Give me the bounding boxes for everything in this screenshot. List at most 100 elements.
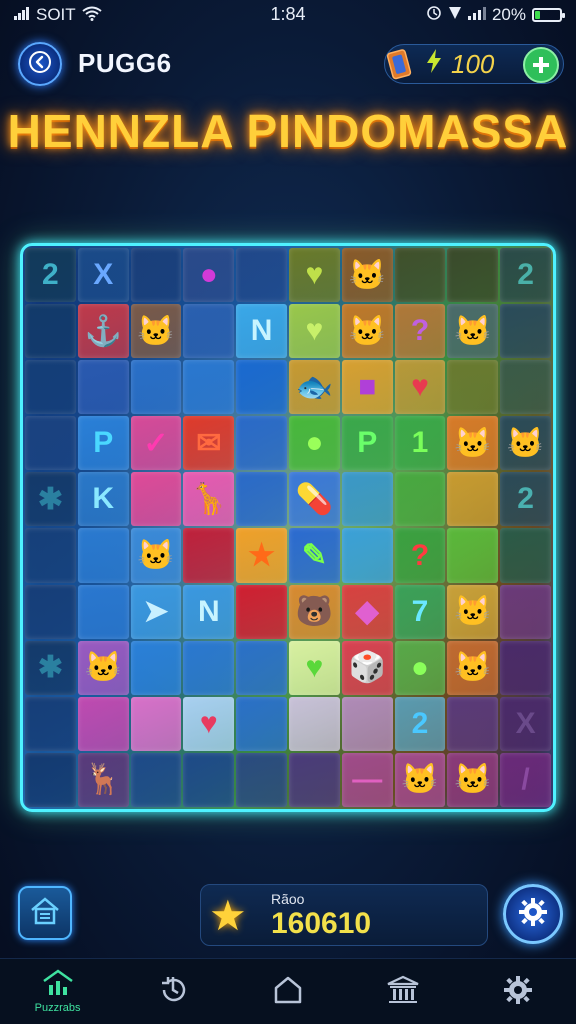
board-tile[interactable] bbox=[236, 360, 287, 415]
board-tile[interactable] bbox=[236, 640, 287, 695]
board-tile[interactable]: 🐱 bbox=[447, 640, 499, 695]
board-tile[interactable]: 🐱 bbox=[130, 528, 182, 583]
board-tile[interactable]: ★ bbox=[236, 528, 287, 583]
board-tile[interactable]: / bbox=[500, 752, 551, 807]
board-tile[interactable] bbox=[447, 472, 499, 527]
board-tile[interactable] bbox=[447, 248, 499, 303]
board-tile[interactable]: ♥ bbox=[394, 360, 446, 415]
board-tile[interactable]: ✎ bbox=[288, 528, 340, 583]
board-tile[interactable]: 2 bbox=[25, 248, 76, 303]
board-tile[interactable]: 🦌 bbox=[77, 752, 129, 807]
nav-shop[interactable] bbox=[363, 962, 443, 1022]
board-tile[interactable] bbox=[236, 752, 287, 807]
board-tile[interactable] bbox=[77, 584, 129, 639]
board-tile[interactable]: ✉ bbox=[183, 416, 235, 471]
board-tile[interactable]: 🦒 bbox=[183, 472, 235, 527]
board-tile[interactable] bbox=[341, 696, 393, 751]
board-tile[interactable]: 🎲 bbox=[341, 640, 393, 695]
board-tile[interactable]: ♥ bbox=[288, 248, 340, 303]
board-tile[interactable] bbox=[236, 472, 287, 527]
board-tile[interactable]: 🐱 bbox=[341, 304, 393, 359]
board-tile[interactable]: ✓ bbox=[130, 416, 182, 471]
board-tile[interactable] bbox=[288, 696, 340, 751]
board-tile[interactable]: X bbox=[500, 696, 551, 751]
board-tile[interactable]: K bbox=[77, 472, 129, 527]
board-tile[interactable] bbox=[341, 472, 393, 527]
board-tile[interactable] bbox=[25, 752, 76, 807]
board-tile[interactable]: 🐱 bbox=[447, 584, 499, 639]
board-tile[interactable] bbox=[130, 360, 182, 415]
nav-history[interactable] bbox=[133, 962, 213, 1022]
board-tile[interactable]: ● bbox=[183, 248, 235, 303]
board-tile[interactable]: X bbox=[77, 248, 129, 303]
board-tile[interactable] bbox=[77, 528, 129, 583]
board-tile[interactable]: ? bbox=[394, 304, 446, 359]
board-tile[interactable]: 2 bbox=[500, 248, 551, 303]
board-tile[interactable] bbox=[183, 752, 235, 807]
board-tile[interactable]: ? bbox=[394, 528, 446, 583]
board-tile[interactable] bbox=[341, 528, 393, 583]
board-tile[interactable]: P bbox=[341, 416, 393, 471]
board-tile[interactable] bbox=[130, 640, 182, 695]
board-tile[interactable] bbox=[25, 528, 76, 583]
board-tile[interactable]: 1 bbox=[394, 416, 446, 471]
board-tile[interactable]: ● bbox=[288, 416, 340, 471]
home-tile-button[interactable] bbox=[18, 886, 72, 940]
board-tile[interactable]: 2 bbox=[394, 696, 446, 751]
board-tile[interactable] bbox=[500, 528, 551, 583]
board-tile[interactable] bbox=[500, 360, 551, 415]
board-tile[interactable] bbox=[236, 696, 287, 751]
board-tile[interactable] bbox=[77, 696, 129, 751]
board-tile[interactable]: ♥ bbox=[288, 304, 340, 359]
board-tile[interactable] bbox=[183, 528, 235, 583]
board-tile[interactable]: 7 bbox=[394, 584, 446, 639]
board-tile[interactable]: 🐱 bbox=[447, 416, 499, 471]
board-tile[interactable]: 2 bbox=[500, 472, 551, 527]
board-tile[interactable] bbox=[25, 584, 76, 639]
board-tile[interactable] bbox=[25, 696, 76, 751]
board-tile[interactable] bbox=[25, 360, 76, 415]
board-tile[interactable] bbox=[183, 360, 235, 415]
board-tile[interactable] bbox=[236, 248, 287, 303]
board-tile[interactable] bbox=[447, 528, 499, 583]
board-tile[interactable] bbox=[394, 248, 446, 303]
nav-house[interactable] bbox=[248, 962, 328, 1022]
board-tile[interactable] bbox=[25, 304, 76, 359]
board-tile[interactable] bbox=[236, 416, 287, 471]
board-tile[interactable]: ➤ bbox=[130, 584, 182, 639]
board-tile[interactable] bbox=[236, 584, 287, 639]
board-tile[interactable]: 🐱 bbox=[447, 304, 499, 359]
board-tile[interactable]: 🐱 bbox=[394, 752, 446, 807]
board-tile[interactable] bbox=[394, 472, 446, 527]
board-tile[interactable]: ✱ bbox=[25, 472, 76, 527]
board-tile[interactable]: 🐻 bbox=[288, 584, 340, 639]
puzzle-settings-button[interactable] bbox=[503, 884, 563, 944]
nav-home[interactable]: Puzzrabs bbox=[18, 962, 98, 1022]
board-tile[interactable]: 🐱 bbox=[447, 752, 499, 807]
board-tile[interactable]: 🐱 bbox=[341, 248, 393, 303]
board-tile[interactable] bbox=[183, 304, 235, 359]
add-coins-button[interactable] bbox=[523, 47, 559, 83]
board-tile[interactable] bbox=[130, 696, 182, 751]
board-tile[interactable]: ⚓ bbox=[77, 304, 129, 359]
board-tile[interactable] bbox=[288, 752, 340, 807]
board-tile[interactable]: N bbox=[183, 584, 235, 639]
board-tile[interactable]: ♥ bbox=[288, 640, 340, 695]
board-tile[interactable] bbox=[500, 584, 551, 639]
board-tile[interactable]: 💊 bbox=[288, 472, 340, 527]
board-tile[interactable] bbox=[130, 248, 182, 303]
board-tile[interactable]: 🐟 bbox=[288, 360, 340, 415]
board-tile[interactable]: ◆ bbox=[341, 584, 393, 639]
board-tile[interactable] bbox=[25, 416, 76, 471]
nav-settings[interactable] bbox=[478, 962, 558, 1022]
back-button[interactable] bbox=[18, 42, 62, 86]
board-tile[interactable] bbox=[130, 752, 182, 807]
board-tile[interactable]: 🐱 bbox=[130, 304, 182, 359]
board-tile[interactable]: 🐱 bbox=[500, 416, 551, 471]
board-tile[interactable] bbox=[77, 360, 129, 415]
board-tile[interactable] bbox=[130, 472, 182, 527]
board-tile[interactable]: — bbox=[341, 752, 393, 807]
board-tile[interactable] bbox=[183, 640, 235, 695]
board-tile[interactable]: ● bbox=[394, 640, 446, 695]
board-tile[interactable] bbox=[500, 640, 551, 695]
